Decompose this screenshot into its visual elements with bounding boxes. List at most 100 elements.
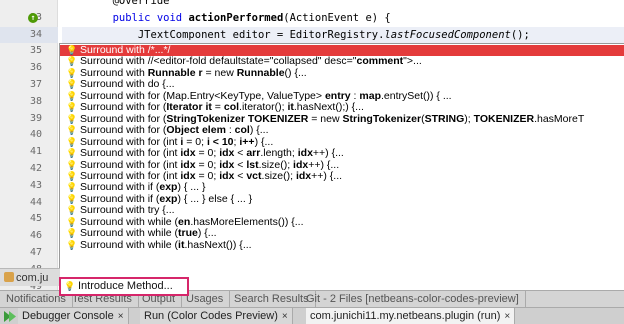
completion-item[interactable]: 💡 Surround with //<editor-fold defaultsta…: [60, 56, 624, 67]
completion-item-bold-text: i++: [239, 136, 255, 148]
completion-item-text: .hasMoreT: [534, 113, 585, 125]
lightbulb-icon: 💡: [66, 148, 78, 159]
completion-item-text: .iterator();: [239, 102, 288, 114]
method-name-token: actionPerformed: [188, 11, 284, 24]
completion-item-text: Surround with do {...: [80, 79, 175, 91]
project-node-text: com.ju: [16, 272, 49, 284]
completion-item[interactable]: 💡 Surround with while (en.hasMoreElements…: [60, 217, 624, 228]
completion-item-text: Surround with for (int: [80, 136, 181, 148]
lightbulb-icon: 💡: [66, 56, 78, 67]
lightbulb-icon: 💡: [66, 90, 78, 101]
completion-item-bold-text: en: [178, 216, 191, 228]
code-line[interactable]: public void actionPerformed(ActionEvent …: [62, 10, 624, 27]
completion-item[interactable]: 💡 Surround with while (true) {...: [60, 228, 624, 239]
completion-item-text: );: [464, 113, 474, 125]
completion-item-bold-text: exp: [159, 193, 178, 205]
introduce-method-label: Introduce Method...: [78, 280, 173, 292]
completion-item[interactable]: 💡 Surround with do {...: [60, 79, 624, 90]
completion-item-bold-text: entry: [324, 90, 351, 102]
close-icon[interactable]: ×: [118, 311, 124, 322]
completion-item-text: = 0;: [195, 170, 220, 182]
code-token: ();: [510, 28, 530, 41]
lightbulb-icon: 💡: [66, 170, 78, 181]
completion-item-text: ++) {...: [312, 148, 344, 160]
completion-item[interactable]: 💡 Surround with for (int idx = 0; idx < v…: [60, 171, 624, 182]
output-tab[interactable]: Run (Color Codes Preview) ×: [140, 308, 293, 324]
completion-item-text: <: [234, 159, 247, 171]
completion-item-bold-text: exp: [159, 182, 178, 194]
lightbulb-icon: 💡: [66, 102, 78, 113]
completion-item-bold-text: TOKENIZER: [473, 113, 535, 125]
line-number-text: 47: [29, 247, 42, 258]
completion-item[interactable]: 💡 Surround with for (int i = 0; i < 10; i…: [60, 137, 624, 148]
introduce-method-item[interactable]: 💡 Introduce Method...: [59, 277, 189, 296]
project-node-label[interactable]: com.ju: [0, 268, 60, 286]
line-number-text: 43: [29, 179, 42, 191]
annotation-token: @Override: [112, 0, 170, 7]
completion-item-selected[interactable]: 💡 Surround with /*...*/: [60, 45, 624, 57]
line-number: 39: [0, 111, 58, 128]
completion-item[interactable]: 💡 Surround with for (int idx = 0; idx < l…: [60, 160, 624, 171]
completion-item-text: = 0;: [183, 136, 207, 148]
completion-item[interactable]: 💡 Surround with if (exp) { ... }: [60, 182, 624, 193]
lightbulb-icon: 💡: [66, 193, 78, 204]
completion-item-text: ) {...: [249, 125, 269, 137]
completion-item-bold-text: vct: [246, 170, 262, 182]
completion-item-bold-text: comment: [356, 56, 404, 68]
line-number-text: 42: [29, 163, 42, 174]
lightbulb-icon: 💡: [66, 45, 78, 55]
completion-item-bold-text: StringTokenizer TOKENIZER: [166, 113, 309, 125]
completion-item-bold-text: map: [359, 90, 381, 102]
completion-item-text: ) { ... }: [177, 182, 206, 194]
completion-item[interactable]: 💡 Surround with for (Object elem : col) {…: [60, 125, 624, 136]
completion-item-bold-text: idx: [180, 170, 196, 182]
line-number-text: 46: [29, 230, 42, 242]
code-line[interactable]: JTextComponent editor = EditorRegistry.l…: [62, 26, 624, 44]
completion-item-text: .size();: [258, 159, 294, 171]
line-number-text: 34: [29, 28, 42, 40]
completion-item-text: .entrySet()) { ...: [380, 90, 452, 102]
close-icon[interactable]: ×: [282, 311, 288, 322]
completion-item[interactable]: 💡 Surround with try {...: [60, 205, 624, 216]
completion-item-text: Surround with if (: [80, 182, 160, 194]
completion-item[interactable]: 💡 Surround with for (Map.Entry<KeyType, V…: [60, 91, 624, 102]
completion-item-text: .length;: [260, 148, 298, 160]
lightbulb-icon: 💡: [66, 239, 78, 250]
code-line[interactable]: @Override: [62, 0, 624, 10]
completion-item-text: Surround with for (int: [80, 159, 181, 171]
completion-item[interactable]: 💡 Surround with Runnable r = new Runnable…: [60, 68, 624, 79]
completion-item-text: Surround with while (: [80, 239, 179, 251]
line-number: 40: [0, 127, 58, 144]
completion-item[interactable]: 💡 Surround with for (StringTokenizer TOKE…: [60, 114, 624, 125]
lightbulb-icon: 💡: [64, 281, 76, 291]
output-tab[interactable]: com.junichi11.my.netbeans.plugin (run) ×: [306, 308, 516, 324]
close-icon[interactable]: ×: [504, 311, 510, 322]
run-icon[interactable]: [3, 310, 17, 323]
output-tab[interactable]: Debugger Console ×: [18, 308, 129, 324]
lightbulb-icon: 💡: [66, 113, 78, 124]
completion-item-text: Surround with try {...: [80, 205, 175, 217]
completion-item-text: () {...: [284, 67, 307, 79]
line-number: [0, 0, 58, 10]
completion-item-text: Surround with for (: [80, 125, 167, 137]
line-number: 45: [0, 211, 58, 228]
line-number: 43: [0, 178, 58, 195]
output-tab-label: com.junichi11.my.netbeans.plugin (run): [310, 310, 501, 322]
output-tabs: Debugger Console × Run (Color Codes Previe…: [0, 307, 624, 324]
tool-tab[interactable]: Git - 2 Files [netbeans-color-codes-prev…: [300, 291, 526, 307]
surround-with-popup[interactable]: 💡 Surround with /*...*/💡 Surround with //<…: [59, 43, 624, 290]
line-number: 37: [0, 77, 58, 94]
completion-item-text: = 0;: [195, 148, 220, 160]
line-number-text: 39: [29, 112, 42, 124]
override-marker-icon[interactable]: ↑: [28, 12, 38, 23]
completion-item-text: ">...: [403, 56, 422, 68]
line-number: 35: [0, 43, 58, 60]
completion-item[interactable]: 💡 Surround with if (exp) { ... } else { .…: [60, 194, 624, 205]
output-tab-label: Run (Color Codes Preview): [144, 310, 278, 322]
completion-item[interactable]: 💡 Surround with for (Iterator it = col.it…: [60, 102, 624, 113]
completion-item[interactable]: 💡 Surround with while (it.hasNext()) {...: [60, 240, 624, 251]
completion-item-bold-text: idx: [180, 159, 196, 171]
completion-item[interactable]: 💡 Surround with for (int idx = 0; idx < a…: [60, 148, 624, 159]
completion-item-text: Surround with for (int: [80, 170, 181, 182]
